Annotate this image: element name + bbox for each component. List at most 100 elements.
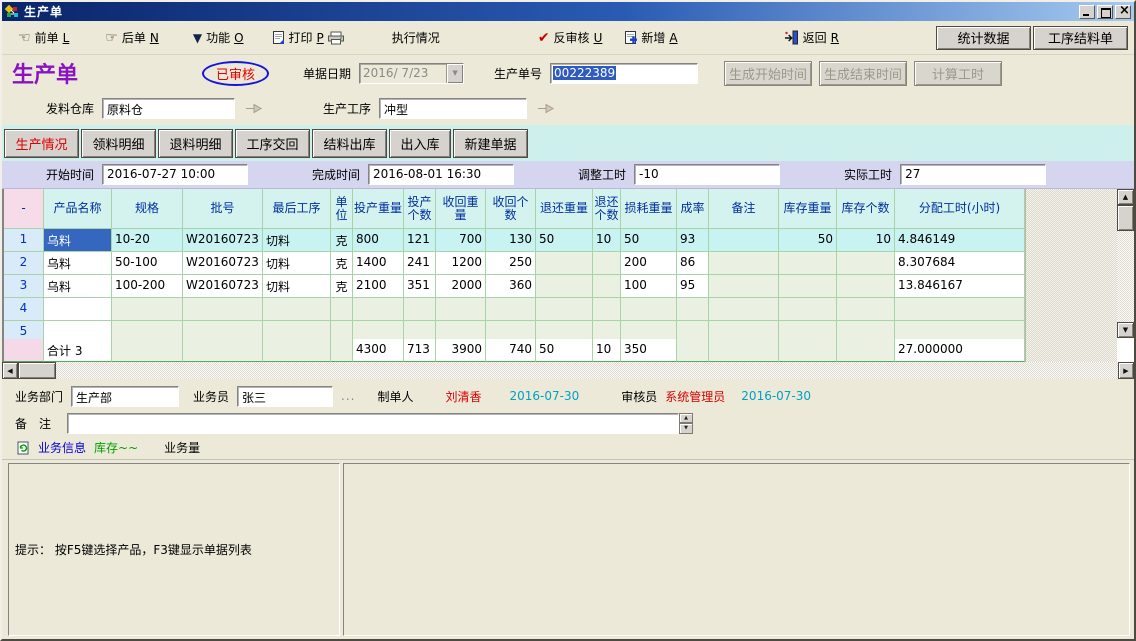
grid-cell[interactable] <box>779 252 837 275</box>
grid-cell[interactable]: 86 <box>677 252 709 275</box>
grid-cell[interactable]: W20160723 <box>183 229 263 252</box>
grid-cell[interactable] <box>621 298 677 321</box>
grid-cell[interactable] <box>779 321 837 339</box>
finish-time-input[interactable]: 2016-08-01 16:30 <box>368 164 514 185</box>
grid-cell[interactable]: 250 <box>486 252 536 275</box>
grid-cell[interactable]: 100 <box>621 275 677 298</box>
grid-col-header[interactable]: 最后工序 <box>263 189 331 229</box>
picker-arrow-icon[interactable] <box>245 103 263 114</box>
clerk-picker-dots[interactable]: ... <box>341 389 355 403</box>
gen-button-0[interactable]: 生成开始时间 <box>724 61 812 86</box>
grid-cell[interactable] <box>895 298 1025 321</box>
grid-col-header[interactable]: 投产重量 <box>353 189 404 229</box>
grid-cell[interactable] <box>677 321 709 339</box>
grid-cell[interactable]: 351 <box>404 275 436 298</box>
grid-cell[interactable] <box>837 275 895 298</box>
grid-cell[interactable] <box>436 298 486 321</box>
grid-cell[interactable] <box>263 298 331 321</box>
stats-data-button[interactable]: 统计数据 <box>936 26 1031 50</box>
tab-5[interactable]: 出入库 <box>389 129 451 158</box>
scroll-right-icon[interactable]: ▶ <box>1118 362 1134 379</box>
grid-cell[interactable] <box>709 252 779 275</box>
process-input[interactable]: 冲型 <box>379 98 527 119</box>
grid-cell[interactable]: 93 <box>677 229 709 252</box>
grid-cell[interactable] <box>183 298 263 321</box>
order-no-input[interactable]: 00222389 <box>550 63 698 84</box>
grid-cell[interactable] <box>536 275 593 298</box>
scroll-down-icon[interactable]: ▼ <box>1117 322 1134 338</box>
tab-1[interactable]: 领料明细 <box>81 129 156 158</box>
grid-cell[interactable]: 切料 <box>263 275 331 298</box>
grid-cell[interactable] <box>779 298 837 321</box>
maximize-button[interactable] <box>1097 5 1113 19</box>
grid-col-header[interactable]: 退还重量 <box>536 189 593 229</box>
grid-cell[interactable] <box>593 275 621 298</box>
order-date-picker[interactable]: 2016/ 7/23 ▼ <box>359 63 464 84</box>
grid-cell[interactable] <box>593 252 621 275</box>
grid-cell[interactable]: 200 <box>621 252 677 275</box>
grid-cell[interactable] <box>593 321 621 339</box>
tab-0[interactable]: 生产情况 <box>4 129 79 158</box>
toolbar-item-prev[interactable]: ☜前单L <box>18 29 69 46</box>
grid-cell[interactable]: 10 <box>593 229 621 252</box>
grid-col-header[interactable]: 备注 <box>709 189 779 229</box>
grid-cell[interactable]: 1400 <box>353 252 404 275</box>
toolbar-item-print[interactable]: 打印P <box>272 29 344 46</box>
toolbar-item-add[interactable]: 新增A <box>624 29 677 46</box>
grid-cell[interactable] <box>593 298 621 321</box>
grid-cell[interactable] <box>404 298 436 321</box>
grid-col-header[interactable]: 库存个数 <box>837 189 895 229</box>
grid-cell[interactable] <box>263 321 331 339</box>
grid-cell[interactable] <box>404 321 436 339</box>
grid-cell[interactable] <box>837 252 895 275</box>
grid-col-header[interactable]: 损耗重量 <box>621 189 677 229</box>
grid-cell[interactable]: 乌料 <box>44 229 112 252</box>
grid-cell[interactable] <box>709 275 779 298</box>
grid-cell[interactable] <box>779 275 837 298</box>
grid-cell[interactable] <box>331 321 353 339</box>
grid-cell[interactable] <box>44 298 112 321</box>
grid-cell[interactable]: 10 <box>837 229 895 252</box>
grid-cell[interactable]: 800 <box>353 229 404 252</box>
grid-col-header[interactable]: 退还个数 <box>593 189 621 229</box>
grid-cell[interactable]: 360 <box>486 275 536 298</box>
toolbar-item-back[interactable]: 返回R <box>784 29 839 46</box>
grid-cell[interactable]: 乌料 <box>44 275 112 298</box>
grid-col-header[interactable]: 成率 <box>677 189 709 229</box>
grid-col-header[interactable]: 收回重量 <box>436 189 486 229</box>
grid-cell[interactable] <box>895 321 1025 339</box>
grid-cell[interactable]: 50-100 <box>112 252 183 275</box>
vscroll-thumb[interactable] <box>1117 205 1134 231</box>
hscroll-thumb[interactable] <box>18 362 56 379</box>
grid-cell[interactable] <box>709 321 779 339</box>
warehouse-input[interactable]: 原料仓 <box>102 98 235 119</box>
grid-cell[interactable] <box>183 321 263 339</box>
grid-cell[interactable]: 克 <box>331 229 353 252</box>
grid-cell[interactable]: 切料 <box>263 229 331 252</box>
row-number-cell[interactable]: 2 <box>4 252 44 275</box>
grid-cell[interactable]: 8.307684 <box>895 252 1025 275</box>
remark-input[interactable] <box>67 413 679 434</box>
grid-cell[interactable]: 50 <box>779 229 837 252</box>
adjust-hours-input[interactable]: -10 <box>634 164 780 185</box>
grid-cell[interactable] <box>353 298 404 321</box>
grid-cell[interactable]: 95 <box>677 275 709 298</box>
tab-4[interactable]: 结料出库 <box>312 129 387 158</box>
business-info-link[interactable]: 业务信息 <box>38 439 86 456</box>
toolbar-item-funcs[interactable]: ▼功能O <box>193 29 244 46</box>
grid-cell[interactable]: 4.846149 <box>895 229 1025 252</box>
grid-col-header[interactable]: 规格 <box>112 189 183 229</box>
gen-button-1[interactable]: 生成结束时间 <box>819 61 907 86</box>
grid-cell[interactable]: W20160723 <box>183 275 263 298</box>
gen-button-2[interactable]: 计算工时 <box>914 61 1002 86</box>
grid-cell[interactable] <box>112 321 183 339</box>
chevron-down-icon[interactable]: ▼ <box>446 64 463 83</box>
grid-cell[interactable]: 10-20 <box>112 229 183 252</box>
grid-cell[interactable] <box>621 321 677 339</box>
toolbar-item-exec[interactable]: 执行情况 <box>392 29 444 46</box>
grid-cell[interactable]: W20160723 <box>183 252 263 275</box>
minimize-button[interactable] <box>1079 5 1095 19</box>
grid-cell[interactable]: 100-200 <box>112 275 183 298</box>
grid-cell[interactable]: 克 <box>331 275 353 298</box>
grid-cell[interactable]: 13.846167 <box>895 275 1025 298</box>
